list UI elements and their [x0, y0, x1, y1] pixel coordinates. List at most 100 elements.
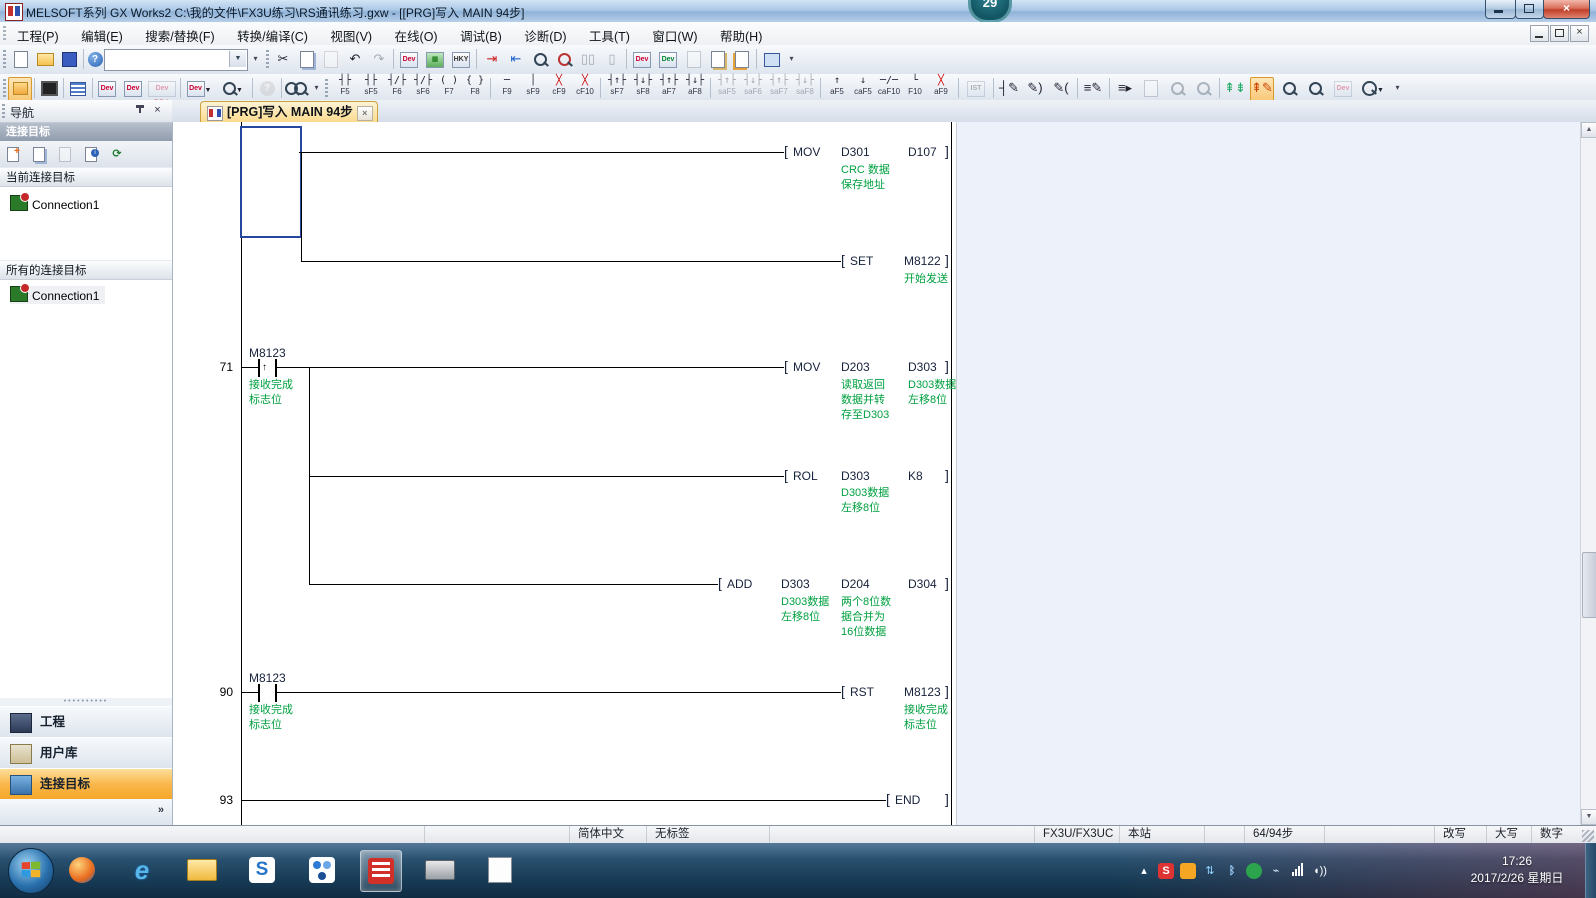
instruction-operand[interactable]: D303 [841, 469, 870, 483]
device-memory-2-button[interactable]: Dev [657, 48, 679, 70]
cut-button[interactable]: ✂ [272, 48, 294, 70]
taskbar-explorer-icon[interactable] [182, 850, 222, 890]
rising-pulse-button[interactable]: ┤↑├sF7 [604, 75, 630, 100]
connection-info-icon[interactable]: i [82, 145, 100, 163]
save-project-button[interactable] [58, 48, 80, 70]
sidebar-button-connection-target[interactable]: 连接目标 [0, 768, 172, 801]
instruction-operand[interactable]: D107 [908, 145, 937, 159]
instruction-opcode[interactable]: ROL [793, 469, 818, 483]
closed-contact-button[interactable]: ┤/├F6 [384, 75, 410, 100]
contact-device[interactable]: M8123 [249, 346, 286, 360]
scrollbar-thumb[interactable] [1582, 552, 1596, 618]
pulse-conversion-button[interactable]: ↓caF5 [850, 75, 876, 100]
start-button[interactable] [8, 848, 54, 894]
restore-button[interactable] [1515, 0, 1544, 19]
monitor-window-button[interactable] [761, 48, 783, 70]
edit-block-button[interactable]: ≡▸ [1114, 77, 1136, 99]
copy-connection-icon[interactable] [30, 145, 48, 163]
new-connection-icon[interactable]: + [4, 145, 22, 163]
toolbar-overflow-icon[interactable]: ▾ [311, 80, 322, 96]
ladder-canvas[interactable]: [ MOV D301 D107 ] CRC 数据 保存地址 [ SET M812… [172, 122, 1581, 825]
instruction-operand[interactable]: D204 [841, 577, 870, 591]
tray-bluetooth-icon[interactable]: ᛒ [1224, 863, 1240, 879]
no-conversion-button[interactable]: ─/─caF10 [876, 75, 902, 100]
instruction-opcode[interactable]: END [895, 793, 920, 807]
paste-connection-icon[interactable] [56, 145, 74, 163]
undo-button[interactable]: ↶ [344, 48, 366, 70]
vertical-scrollbar[interactable]: ▲ ▼ [1580, 122, 1596, 825]
instruction-operand[interactable]: K8 [908, 469, 923, 483]
contact-bar[interactable] [258, 359, 260, 377]
device-comment-button[interactable]: Dev [398, 48, 420, 70]
mdi-restore-button[interactable] [1550, 25, 1569, 42]
tray-yellow-icon[interactable] [1180, 863, 1196, 879]
tray-network-signal-icon[interactable] [1290, 863, 1306, 879]
device-monitor-button[interactable]: Dev [1332, 77, 1354, 99]
mdi-close-button[interactable]: × [1570, 25, 1589, 42]
remote-operation-button[interactable] [707, 48, 729, 70]
scroll-down-icon[interactable]: ▼ [1581, 809, 1596, 825]
taskbar-dots-app-icon[interactable] [302, 850, 342, 890]
device-ccl-button[interactable]: Dev CC-L [148, 77, 170, 99]
instruction-opcode[interactable]: RST [850, 685, 874, 699]
pulse-negate-4-button[interactable]: ┤↓├saF8 [792, 75, 818, 100]
instruction-operand[interactable]: M8123 [904, 685, 941, 699]
function-block-button[interactable] [38, 77, 60, 99]
instruction-operand[interactable]: D203 [841, 360, 870, 374]
edit-line-button[interactable]: ✎( [1050, 77, 1072, 99]
toolbar-overflow-icon[interactable]: ▾ [250, 51, 261, 67]
edit-coil-button[interactable]: ✎) [1024, 77, 1046, 99]
device-search-dropdown[interactable]: ▼ [218, 77, 248, 99]
tab-close-icon[interactable]: × [357, 106, 373, 121]
refresh-icon[interactable]: ⟳ [108, 145, 126, 163]
monitor-stop-button[interactable] [553, 48, 575, 70]
scroll-up-icon[interactable]: ▲ [1581, 122, 1596, 138]
closed-branch-button[interactable]: ┤/├sF6 [410, 75, 436, 100]
toolbar-combobox[interactable]: ▼ [104, 49, 248, 71]
taskbar-notes-icon[interactable] [480, 850, 520, 890]
taskbar-fax-icon[interactable] [420, 850, 460, 890]
plc-read-button[interactable]: ⇤ [505, 48, 527, 70]
instruction-opcode[interactable]: MOV [793, 360, 820, 374]
taskbar-ie-icon[interactable]: e [122, 850, 162, 890]
connection-item-current[interactable]: Connection1 [10, 195, 99, 213]
transfer-setup-button[interactable] [731, 48, 753, 70]
taskbar-s-app-icon[interactable]: S [242, 850, 282, 890]
pin-icon[interactable] [134, 105, 146, 117]
contact-bar[interactable] [275, 684, 277, 702]
tray-volume-icon[interactable]: ◖)) [1312, 863, 1328, 879]
write-mode-button[interactable]: ⇞✎ [1250, 77, 1274, 101]
sidebar-button-project[interactable]: 工程 [0, 706, 172, 739]
instruction-opcode[interactable]: ADD [727, 577, 752, 591]
paste-button[interactable] [320, 48, 342, 70]
write-mode-doc-button[interactable] [1166, 77, 1188, 99]
contact-bar[interactable] [275, 359, 277, 377]
open-contact-button[interactable]: ┤├F5 [332, 75, 358, 100]
close-button[interactable]: × [1543, 0, 1590, 19]
inline-st-button[interactable]: ≡✎ [1082, 77, 1104, 99]
help-context-button[interactable]: ? [256, 77, 278, 99]
taskbar-clock[interactable]: 17:26 2017/2/26 星期日 [1452, 853, 1582, 887]
sidebar-button-user-library[interactable]: 用户库 [0, 737, 172, 770]
open-branch-button[interactable]: ┤├sF5 [358, 75, 384, 100]
pulse-negate-3-button[interactable]: ┤↑├saF7 [766, 75, 792, 100]
device-comment-list-button[interactable]: Dev [122, 77, 144, 99]
new-project-button[interactable] [10, 48, 32, 70]
coil-button[interactable]: ( )F7 [436, 75, 462, 100]
parameter-button[interactable]: ▦ [424, 48, 446, 70]
navigation-window-button[interactable] [8, 77, 32, 101]
delete-horizontal-line-button[interactable]: ╳cF9 [546, 75, 572, 100]
tray-update-icon[interactable]: ⇅ [1202, 863, 1218, 879]
edit-contact-button[interactable]: ┤✎ [998, 77, 1020, 99]
output-window-button[interactable] [67, 77, 89, 99]
toolbar-overflow-icon[interactable]: ▾ [1392, 80, 1403, 96]
invert-result-button[interactable]: ↑aF5 [824, 75, 850, 100]
ist-instruction-button[interactable]: IST [963, 77, 989, 99]
help-button[interactable]: ? [86, 48, 104, 70]
falling-pulse-branch-button[interactable]: ┤↓├aF8 [682, 75, 708, 100]
taskbar-browser-icon[interactable] [62, 850, 102, 890]
resize-grip[interactable] [1582, 830, 1594, 842]
contact-bar[interactable] [258, 684, 260, 702]
monitor-pause-icon[interactable]: ▯▯ [577, 48, 599, 70]
tray-green-icon[interactable] [1246, 863, 1262, 879]
